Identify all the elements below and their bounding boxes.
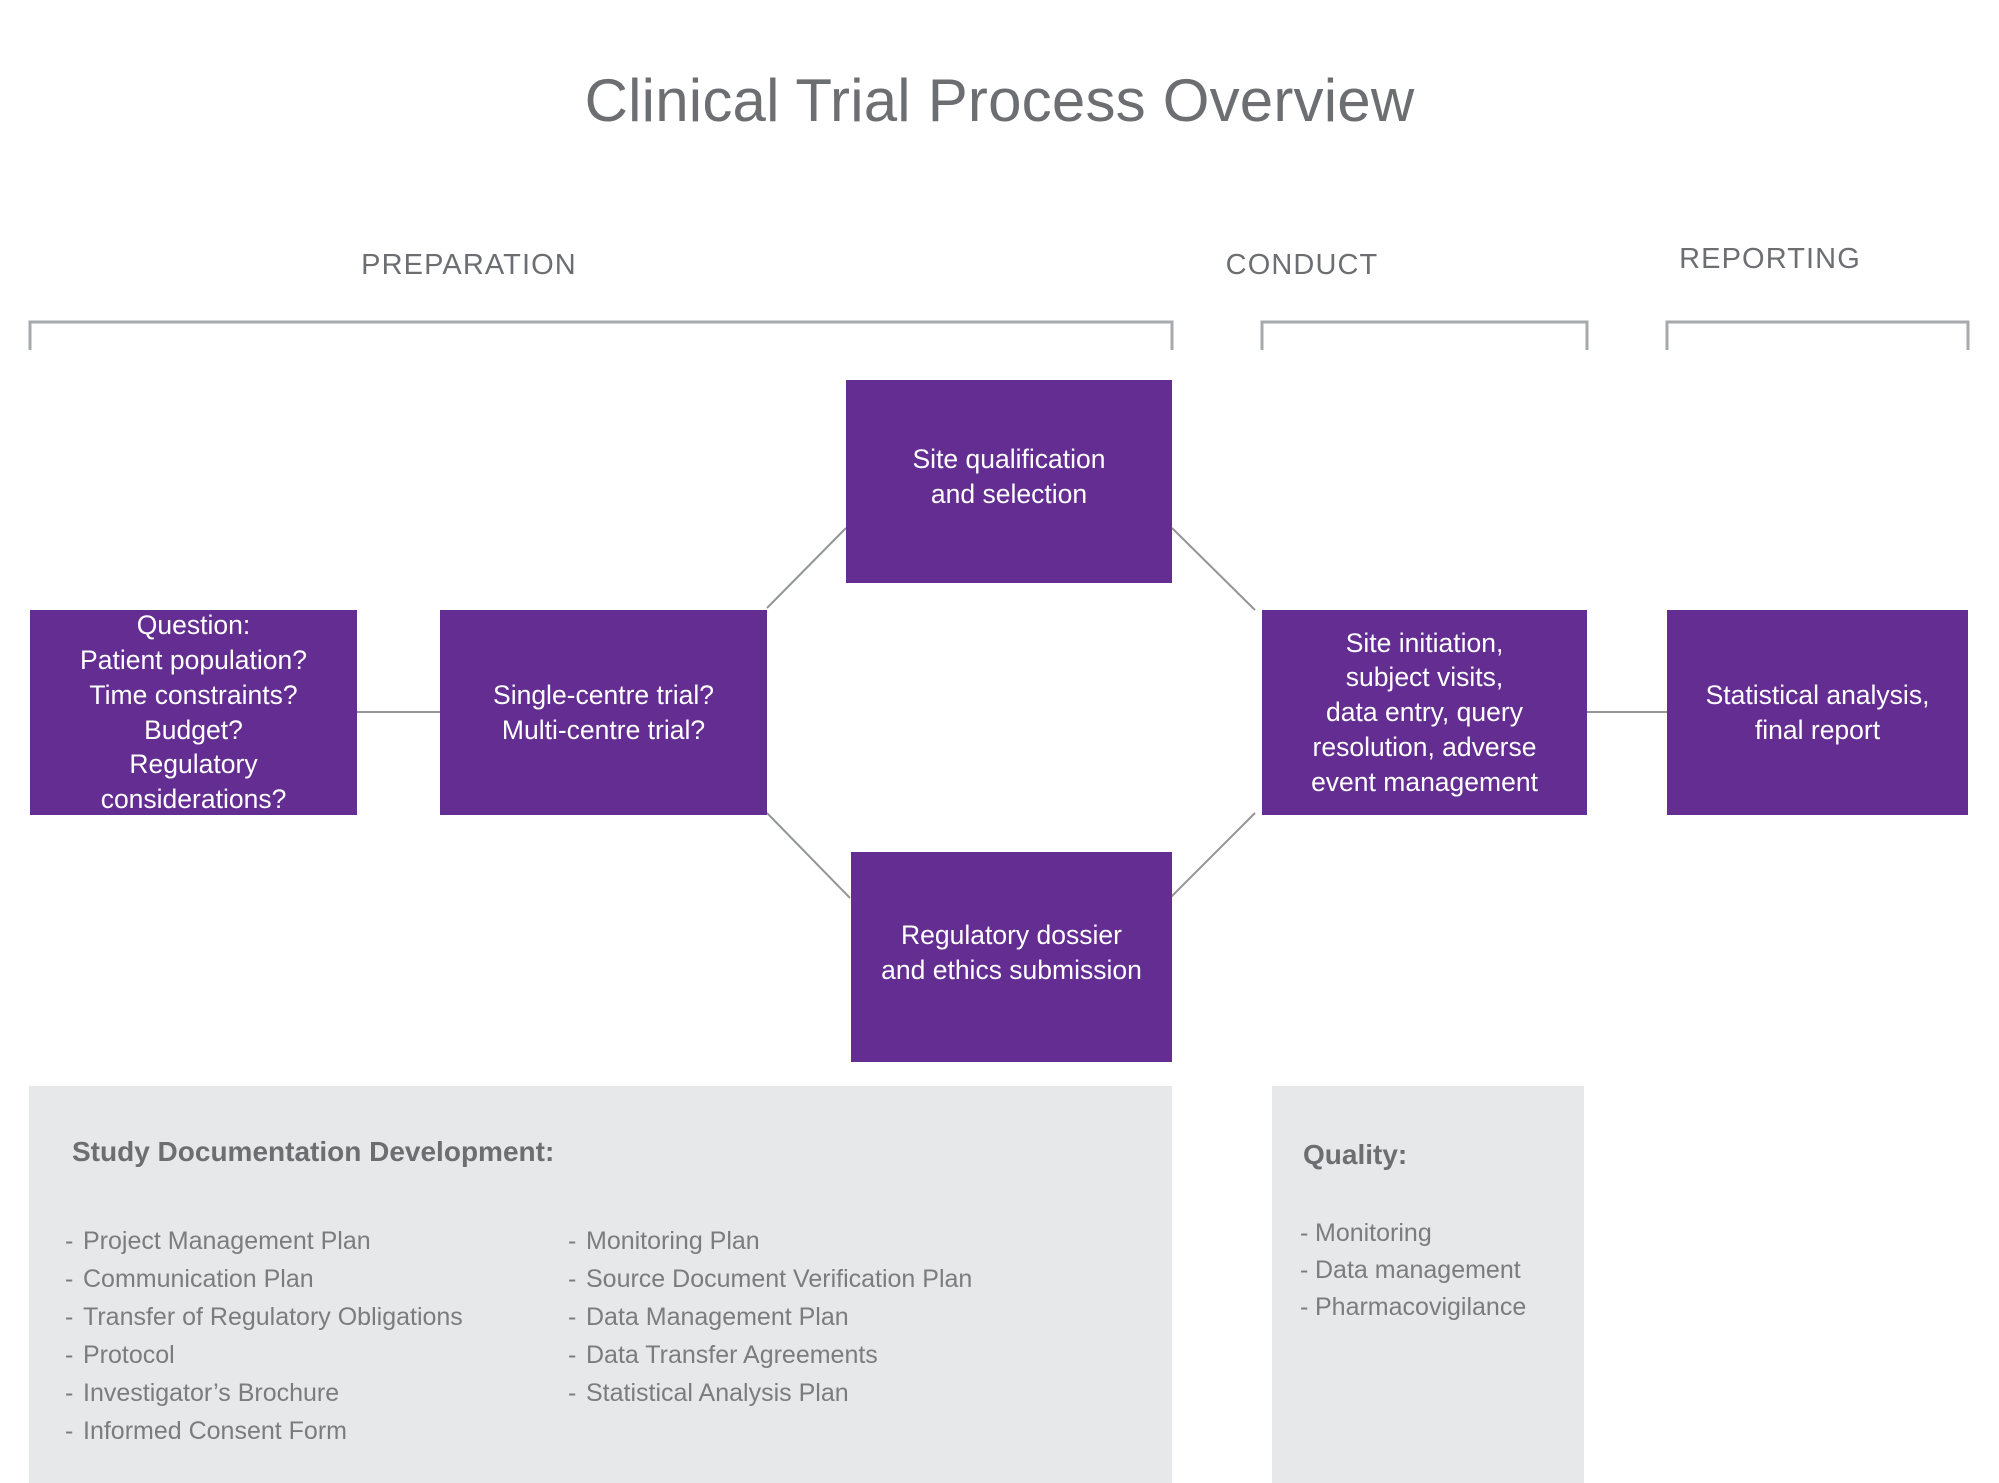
list-item-label: Monitoring Plan <box>586 1227 760 1255</box>
list-item: - Pharmacovigilance <box>1300 1289 1526 1326</box>
list-item-label: Protocol <box>83 1341 175 1369</box>
phase-label-preparation: PREPARATION <box>361 249 577 281</box>
list-bullet: - <box>65 1303 74 1331</box>
list-bullet: - <box>65 1227 74 1255</box>
list-bullet: - <box>568 1341 577 1369</box>
list-item: - Data Transfer Agreements <box>568 1336 972 1374</box>
bracket-reporting <box>1665 320 1970 350</box>
node-site-qualification[interactable]: Site qualification and selection <box>846 380 1172 583</box>
list-item: - Communication Plan <box>65 1260 463 1298</box>
list-item-label: Statistical Analysis Plan <box>586 1379 849 1407</box>
node-question-label: Question: Patient population? Time const… <box>80 610 307 814</box>
node-statistical-analysis-label: Statistical analysis, final report <box>1705 679 1930 745</box>
list-item-label: Project Management Plan <box>83 1227 371 1255</box>
list-bullet: - <box>568 1379 577 1407</box>
list-bullet: - <box>1300 1219 1309 1247</box>
node-centre-type-label: Single-centre trial? Multi-centre trial? <box>493 679 714 745</box>
panel-study-documentation-title: Study Documentation Development: <box>72 1136 555 1167</box>
list-item: - Source Document Verification Plan <box>568 1260 972 1298</box>
list-item: - Monitoring Plan <box>568 1222 972 1260</box>
list-bullet: - <box>65 1417 74 1445</box>
phase-label-conduct: CONDUCT <box>1225 249 1379 281</box>
list-item-label: Data Transfer Agreements <box>586 1341 878 1369</box>
connector-site-qualification-to-site-initiation <box>1171 527 1256 611</box>
panel-study-documentation-column-left: - Project Management Plan - Communication P… <box>65 1222 463 1450</box>
list-bullet: - <box>568 1265 577 1293</box>
panel-quality-title: Quality: <box>1303 1139 1408 1170</box>
page-title: Clinical Trial Process Overview <box>584 67 1415 134</box>
diagram-canvas: Clinical Trial Process Overview PREPARAT… <box>0 0 1999 1483</box>
list-bullet: - <box>65 1341 74 1369</box>
list-item-label: Informed Consent Form <box>83 1417 347 1445</box>
connector-centre-to-regulatory-dossier <box>766 812 851 899</box>
list-bullet: - <box>1300 1256 1309 1284</box>
node-site-initiation-label: Site initiation, subject visits, data en… <box>1311 627 1538 797</box>
connector-centre-to-site-qualification <box>766 527 847 609</box>
list-item-label: Transfer of Regulatory Obligations <box>83 1303 463 1331</box>
bracket-preparation <box>28 320 1174 350</box>
list-item-label: Pharmacovigilance <box>1315 1293 1527 1321</box>
panel-study-documentation-column-right: - Monitoring Plan - Source Document Verific… <box>568 1222 972 1412</box>
list-item-label: Source Document Verification Plan <box>586 1265 973 1293</box>
list-item: - Investigator’s Brochure <box>65 1374 463 1412</box>
list-bullet: - <box>568 1227 577 1255</box>
list-item-label: Monitoring <box>1315 1219 1432 1247</box>
node-regulatory-dossier-label: Regulatory dossier and ethics submission <box>881 920 1142 985</box>
list-item: - Data management <box>1300 1252 1526 1289</box>
list-item-label: Investigator’s Brochure <box>83 1379 340 1407</box>
list-item: - Project Management Plan <box>65 1222 463 1260</box>
list-bullet: - <box>568 1303 577 1331</box>
list-item: - Monitoring <box>1300 1215 1526 1252</box>
node-site-initiation[interactable]: Site initiation, subject visits, data en… <box>1262 610 1587 815</box>
node-regulatory-dossier[interactable]: Regulatory dossier and ethics submission <box>851 852 1172 1062</box>
node-centre-type[interactable]: Single-centre trial? Multi-centre trial? <box>440 610 767 815</box>
node-site-qualification-label: Site qualification and selection <box>912 444 1106 509</box>
node-statistical-analysis[interactable]: Statistical analysis, final report <box>1667 610 1968 815</box>
node-question[interactable]: Question: Patient population? Time const… <box>30 610 357 815</box>
list-item: - Data Management Plan <box>568 1298 972 1336</box>
connector-regulatory-dossier-to-site-initiation <box>1169 812 1256 899</box>
list-item-label: Data Management Plan <box>586 1303 849 1331</box>
list-bullet: - <box>65 1265 74 1293</box>
list-item: - Transfer of Regulatory Obligations <box>65 1298 463 1336</box>
list-item: - Protocol <box>65 1336 463 1374</box>
list-item-label: Data management <box>1315 1256 1521 1284</box>
list-bullet: - <box>65 1379 74 1407</box>
list-bullet: - <box>1300 1293 1309 1321</box>
list-item: - Statistical Analysis Plan <box>568 1374 972 1412</box>
list-item-label: Communication Plan <box>83 1265 314 1293</box>
list-item: - Informed Consent Form <box>65 1412 463 1450</box>
bracket-conduct <box>1260 320 1589 350</box>
phase-label-reporting: REPORTING <box>1679 243 1861 275</box>
panel-quality-list: - Monitoring - Data management - Pharmacovigi… <box>1300 1215 1526 1326</box>
